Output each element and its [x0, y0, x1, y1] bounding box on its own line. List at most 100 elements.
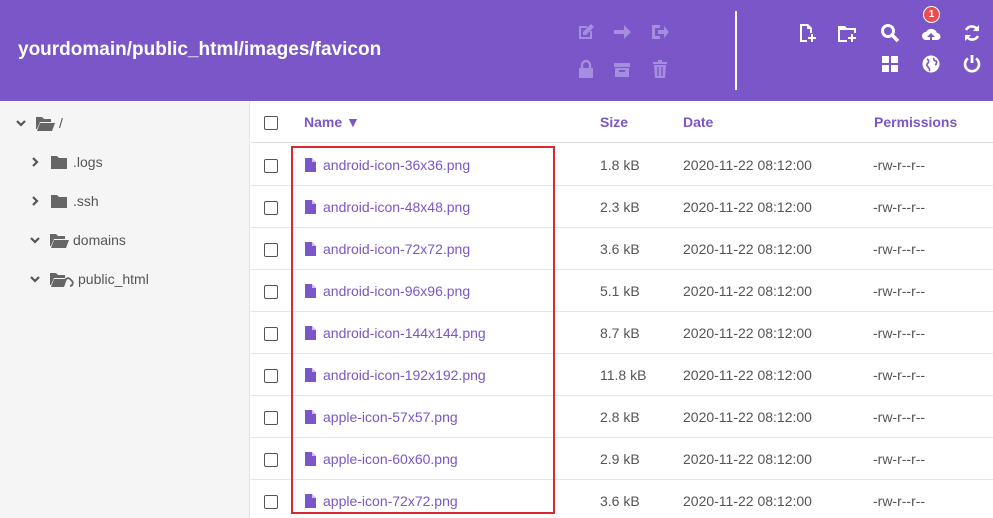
file-size: 3.6 kB	[600, 241, 640, 257]
file-size: 2.3 kB	[600, 199, 640, 215]
file-icon	[305, 410, 317, 424]
file-name-link[interactable]: android-icon-144x144.png	[305, 325, 486, 341]
column-header-date[interactable]: Date	[683, 114, 713, 130]
row-checkbox[interactable]	[264, 201, 278, 215]
sign-out-icon[interactable]	[649, 21, 671, 43]
file-permissions: -rw-r--r--	[873, 367, 926, 383]
row-checkbox[interactable]	[264, 285, 278, 299]
file-permissions: -rw-r--r--	[873, 409, 926, 425]
tree-item-root[interactable]: /	[14, 112, 63, 134]
file-icon	[305, 242, 317, 256]
file-name: android-icon-48x48.png	[323, 199, 471, 215]
tree-item-domains[interactable]: domains	[28, 229, 126, 251]
search-icon[interactable]	[879, 22, 901, 44]
table-row[interactable]: apple-icon-72x72.png 3.6 kB 2020-11-22 08:…	[251, 480, 993, 518]
table-header: Name ▼ Size Date Permissions	[251, 101, 993, 143]
current-path-title: yourdomain/public_html/images/favicon	[18, 39, 382, 60]
file-date: 2020-11-22 08:12:00	[683, 493, 812, 509]
file-date: 2020-11-22 08:12:00	[683, 199, 812, 215]
tree-item-label: domains	[73, 232, 126, 248]
file-name-link[interactable]: android-icon-48x48.png	[305, 199, 470, 215]
file-name: android-icon-72x72.png	[323, 241, 471, 257]
table-row[interactable]: android-icon-144x144.png 8.7 kB 2020-11-22…	[251, 312, 993, 354]
file-size: 5.1 kB	[600, 283, 640, 299]
file-name-link[interactable]: apple-icon-60x60.png	[305, 451, 458, 467]
chevron-right-icon[interactable]	[28, 194, 42, 208]
file-permissions: -rw-r--r--	[873, 325, 926, 341]
tree-item-ssh[interactable]: .ssh	[28, 190, 99, 212]
chevron-down-icon[interactable]	[28, 272, 42, 286]
table-row[interactable]: android-icon-192x192.png 11.8 kB 2020-11-2…	[251, 354, 993, 396]
row-checkbox[interactable]	[264, 411, 278, 425]
file-date: 2020-11-22 08:12:00	[683, 241, 812, 257]
file-name: android-icon-144x144.png	[323, 325, 486, 341]
select-all-checkbox[interactable]	[264, 116, 278, 130]
chevron-down-icon[interactable]	[14, 116, 28, 130]
table-row[interactable]: android-icon-72x72.png 3.6 kB 2020-11-22 0…	[251, 228, 993, 270]
file-date: 2020-11-22 08:12:00	[683, 367, 812, 383]
archive-icon[interactable]	[611, 58, 633, 80]
file-name-link[interactable]: android-icon-72x72.png	[305, 241, 470, 257]
file-icon	[305, 200, 317, 214]
file-name: android-icon-36x36.png	[323, 157, 471, 173]
table-row[interactable]: apple-icon-57x57.png 2.8 kB 2020-11-22 08:…	[251, 396, 993, 438]
file-name-link[interactable]: android-icon-96x96.png	[305, 283, 470, 299]
column-header-size[interactable]: Size	[600, 114, 628, 130]
row-checkbox[interactable]	[264, 243, 278, 257]
tree-item-label: .ssh	[73, 193, 99, 209]
globe-icon[interactable]	[920, 53, 942, 75]
column-header-permissions[interactable]: Permissions	[874, 114, 957, 130]
file-date: 2020-11-22 08:12:00	[683, 451, 812, 467]
row-checkbox[interactable]	[264, 369, 278, 383]
trash-icon[interactable]	[649, 58, 671, 80]
file-permissions: -rw-r--r--	[873, 493, 926, 509]
file-icon	[305, 158, 317, 172]
file-name-link[interactable]: android-icon-192x192.png	[305, 367, 486, 383]
grid-icon[interactable]	[879, 53, 901, 75]
tree-item-label: public_html	[78, 271, 149, 287]
table-row[interactable]: android-icon-36x36.png 1.8 kB 2020-11-22 0…	[251, 144, 993, 186]
file-plus-icon[interactable]	[796, 22, 818, 44]
file-size: 3.6 kB	[600, 493, 640, 509]
file-date: 2020-11-22 08:12:00	[683, 283, 812, 299]
file-size: 2.9 kB	[600, 451, 640, 467]
table-row[interactable]: android-icon-96x96.png 5.1 kB 2020-11-22 0…	[251, 270, 993, 312]
row-checkbox[interactable]	[264, 327, 278, 341]
refresh-icon[interactable]	[961, 22, 983, 44]
edit-icon[interactable]	[575, 21, 597, 43]
toolbar-divider	[735, 11, 737, 90]
file-name-link[interactable]: apple-icon-72x72.png	[305, 493, 458, 509]
file-name: apple-icon-57x57.png	[323, 409, 458, 425]
file-date: 2020-11-22 08:12:00	[683, 157, 812, 173]
arrow-right-icon[interactable]	[611, 21, 633, 43]
row-checkbox[interactable]	[264, 159, 278, 173]
chevron-right-icon[interactable]	[28, 155, 42, 169]
tree-item-label: /	[59, 115, 63, 131]
folder-open-icon	[50, 232, 69, 248]
folder-link-icon	[50, 271, 74, 287]
row-checkbox[interactable]	[264, 495, 278, 509]
file-name: apple-icon-72x72.png	[323, 493, 458, 509]
folder-plus-icon[interactable]	[836, 22, 858, 44]
column-header-name[interactable]: Name ▼	[304, 114, 360, 130]
power-icon[interactable]	[961, 53, 983, 75]
tree-item-logs[interactable]: .logs	[28, 151, 103, 173]
file-name-link[interactable]: apple-icon-57x57.png	[305, 409, 458, 425]
table-row[interactable]: android-icon-48x48.png 2.3 kB 2020-11-22 0…	[251, 186, 993, 228]
folder-open-icon	[36, 115, 55, 131]
file-permissions: -rw-r--r--	[873, 199, 926, 215]
file-name-link[interactable]: android-icon-36x36.png	[305, 157, 470, 173]
file-icon	[305, 452, 317, 466]
chevron-down-icon[interactable]	[28, 233, 42, 247]
table-row[interactable]: apple-icon-60x60.png 2.9 kB 2020-11-22 08:…	[251, 438, 993, 480]
file-permissions: -rw-r--r--	[873, 157, 926, 173]
file-icon	[305, 368, 317, 382]
tree-item-public-html[interactable]: public_html	[28, 268, 149, 290]
file-name: apple-icon-60x60.png	[323, 451, 458, 467]
upload-count-badge: 1	[923, 6, 940, 23]
file-permissions: -rw-r--r--	[873, 283, 926, 299]
lock-icon[interactable]	[575, 58, 597, 80]
upload-cloud-icon[interactable]	[920, 24, 942, 46]
file-date: 2020-11-22 08:12:00	[683, 409, 812, 425]
row-checkbox[interactable]	[264, 453, 278, 467]
